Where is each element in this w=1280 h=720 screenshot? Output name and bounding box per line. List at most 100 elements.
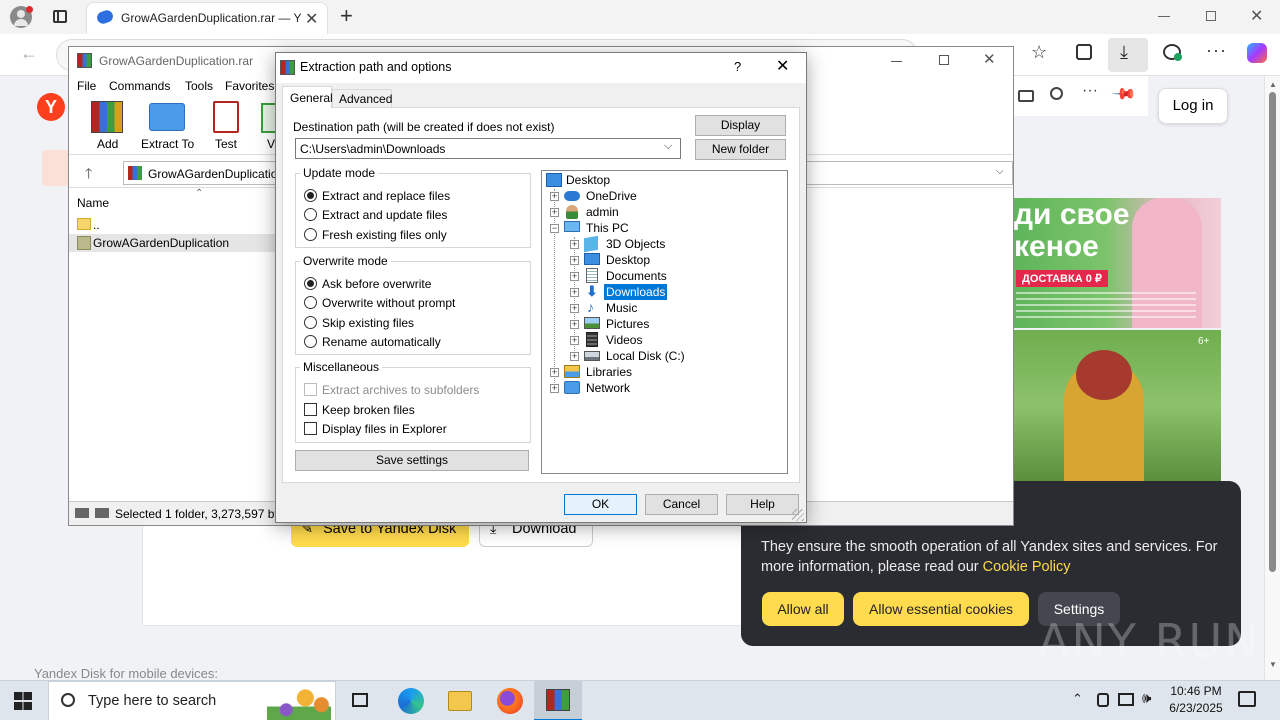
radio-rename-auto[interactable]: Rename automatically: [304, 334, 524, 350]
display-button[interactable]: Display: [695, 115, 786, 136]
restore-icon[interactable]: [1206, 11, 1216, 21]
save-settings-button[interactable]: Save settings: [295, 450, 529, 471]
destination-path-combobox[interactable]: C:\Users\admin\Downloads ⌵: [295, 138, 681, 159]
expand-icon[interactable]: +: [550, 192, 559, 201]
cookie-policy-link[interactable]: Cookie Policy: [983, 559, 1071, 575]
firefox-icon[interactable]: [497, 688, 523, 714]
check-keep-broken[interactable]: Keep broken files: [304, 402, 524, 418]
scroll-thumb[interactable]: [1269, 92, 1276, 572]
expand-icon[interactable]: +: [570, 272, 579, 281]
tool-test[interactable]: Test: [207, 99, 247, 153]
radio-button[interactable]: [304, 208, 317, 221]
new-tab-icon[interactable]: +: [340, 3, 353, 29]
cancel-button[interactable]: Cancel: [645, 494, 718, 515]
winrar-close-icon[interactable]: ✕: [983, 50, 996, 68]
tool-extract-to[interactable]: Extract To: [139, 99, 195, 153]
checkbox[interactable]: [304, 422, 317, 435]
expand-icon[interactable]: +: [570, 320, 579, 329]
tray-chevron-icon[interactable]: ⌃: [1072, 691, 1083, 707]
expand-icon[interactable]: +: [570, 352, 579, 361]
radio-button[interactable]: [304, 228, 317, 241]
login-button[interactable]: Log in: [1158, 88, 1228, 124]
more-menu-icon[interactable]: ···: [1206, 40, 1227, 61]
file-explorer-icon[interactable]: [448, 691, 472, 711]
radio-button[interactable]: [304, 296, 317, 309]
column-header-name[interactable]: Name: [77, 196, 109, 210]
volume-icon[interactable]: 🕪: [1142, 690, 1151, 707]
favorites-icon[interactable]: ☆: [1031, 42, 1047, 63]
expand-icon[interactable]: +: [550, 208, 559, 217]
clock[interactable]: 10:46 PM 6/23/2025: [1166, 684, 1226, 720]
close-browser-icon[interactable]: ✕: [1250, 6, 1263, 26]
menu-commands[interactable]: Commands: [109, 79, 170, 93]
minimize-icon[interactable]: [1158, 16, 1170, 17]
radio-button[interactable]: [304, 277, 317, 290]
profile-icon[interactable]: [10, 6, 33, 28]
allow-essential-button[interactable]: Allow essential cookies: [853, 592, 1029, 626]
new-folder-button[interactable]: New folder: [695, 139, 786, 160]
radio-button[interactable]: [304, 335, 317, 348]
edge-icon[interactable]: [398, 688, 424, 714]
file-row-selected[interactable]: GrowAGardenDuplication: [69, 234, 279, 252]
winrar-taskbar-button[interactable]: [534, 681, 582, 720]
context-help-button[interactable]: ?: [734, 59, 741, 74]
menu-favorites[interactable]: Favorites: [225, 79, 274, 93]
scroll-up-arrow-icon[interactable]: ▲: [1269, 80, 1277, 89]
network-tray-icon[interactable]: [1118, 693, 1134, 706]
expand-icon[interactable]: +: [570, 256, 579, 265]
folder-tree[interactable]: Desktop + OneDrive + admin − This PC + 3…: [541, 170, 788, 474]
expand-icon[interactable]: +: [570, 240, 579, 249]
tab-advanced[interactable]: Advanced: [332, 89, 392, 107]
pin-icon[interactable]: 📌: [1110, 80, 1138, 108]
tray-device-icon[interactable]: [1097, 693, 1109, 707]
task-view-icon[interactable]: [352, 693, 368, 707]
checkbox[interactable]: [304, 403, 317, 416]
dropdown-chevron-icon[interactable]: ⌵: [664, 140, 672, 153]
start-windows-icon[interactable]: [14, 692, 32, 710]
copilot-icon[interactable]: [1247, 43, 1267, 63]
radio-ask-overwrite[interactable]: Ask before overwrite: [304, 276, 524, 292]
dialog-close-icon[interactable]: ✕: [776, 56, 789, 76]
folder-icon[interactable]: [1018, 90, 1034, 102]
menu-tools[interactable]: Tools: [185, 79, 213, 93]
taskbar-search-box[interactable]: Type here to search: [48, 681, 336, 720]
winrar-minimize-icon[interactable]: [891, 61, 902, 62]
radio-fresh-existing[interactable]: Fresh existing files only: [304, 227, 524, 243]
notifications-icon[interactable]: [1238, 691, 1256, 707]
page-scrollbar[interactable]: ▲ ▼: [1264, 76, 1280, 680]
browser-essentials-icon[interactable]: [1163, 44, 1182, 61]
collapse-icon[interactable]: −: [550, 224, 559, 233]
back-icon[interactable]: ←: [20, 43, 38, 64]
downloads-button[interactable]: ⤓: [1108, 38, 1148, 72]
resize-grip-icon[interactable]: [792, 509, 804, 521]
tool-add[interactable]: Add: [87, 99, 127, 153]
check-display-explorer[interactable]: Display files in Explorer: [304, 421, 524, 437]
expand-icon[interactable]: +: [550, 384, 559, 393]
radio-skip-existing[interactable]: Skip existing files: [304, 315, 524, 331]
tab-actions-icon[interactable]: [53, 10, 67, 23]
expand-icon[interactable]: +: [550, 368, 559, 377]
radio-button[interactable]: [304, 189, 317, 202]
path-dropdown-icon[interactable]: ⌵: [996, 166, 1004, 177]
scroll-down-arrow-icon[interactable]: ▼: [1269, 660, 1277, 669]
help-button[interactable]: Help: [726, 494, 799, 515]
close-tab-icon[interactable]: ✕: [305, 9, 318, 29]
more-options-icon[interactable]: ···: [1082, 82, 1098, 100]
ok-button[interactable]: OK: [564, 494, 637, 515]
radio-overwrite-no-prompt[interactable]: Overwrite without prompt: [304, 295, 524, 311]
expand-icon[interactable]: +: [570, 304, 579, 313]
menu-file[interactable]: File: [77, 79, 96, 93]
dialog-titlebar[interactable]: Extraction path and options ? ✕: [276, 53, 806, 83]
ad-banner-top[interactable]: ди свое кеное ДОСТАВКА 0 ₽: [1014, 198, 1221, 328]
tool-view[interactable]: Vi: [257, 99, 277, 153]
yandex-logo[interactable]: Y: [37, 93, 65, 121]
radio-button[interactable]: [304, 316, 317, 329]
allow-all-button[interactable]: Allow all: [762, 592, 844, 626]
browser-tab-active[interactable]: GrowAGardenDuplication.rar — Y ✕: [86, 2, 328, 34]
winrar-maximize-icon[interactable]: [939, 55, 949, 65]
ad-banner-bottom[interactable]: 6+: [1014, 330, 1221, 482]
radio-extract-replace[interactable]: Extract and replace files: [304, 188, 524, 204]
tab-general[interactable]: General: [282, 86, 333, 108]
collections-icon[interactable]: [1076, 44, 1092, 60]
radio-extract-update[interactable]: Extract and update files: [304, 207, 524, 223]
